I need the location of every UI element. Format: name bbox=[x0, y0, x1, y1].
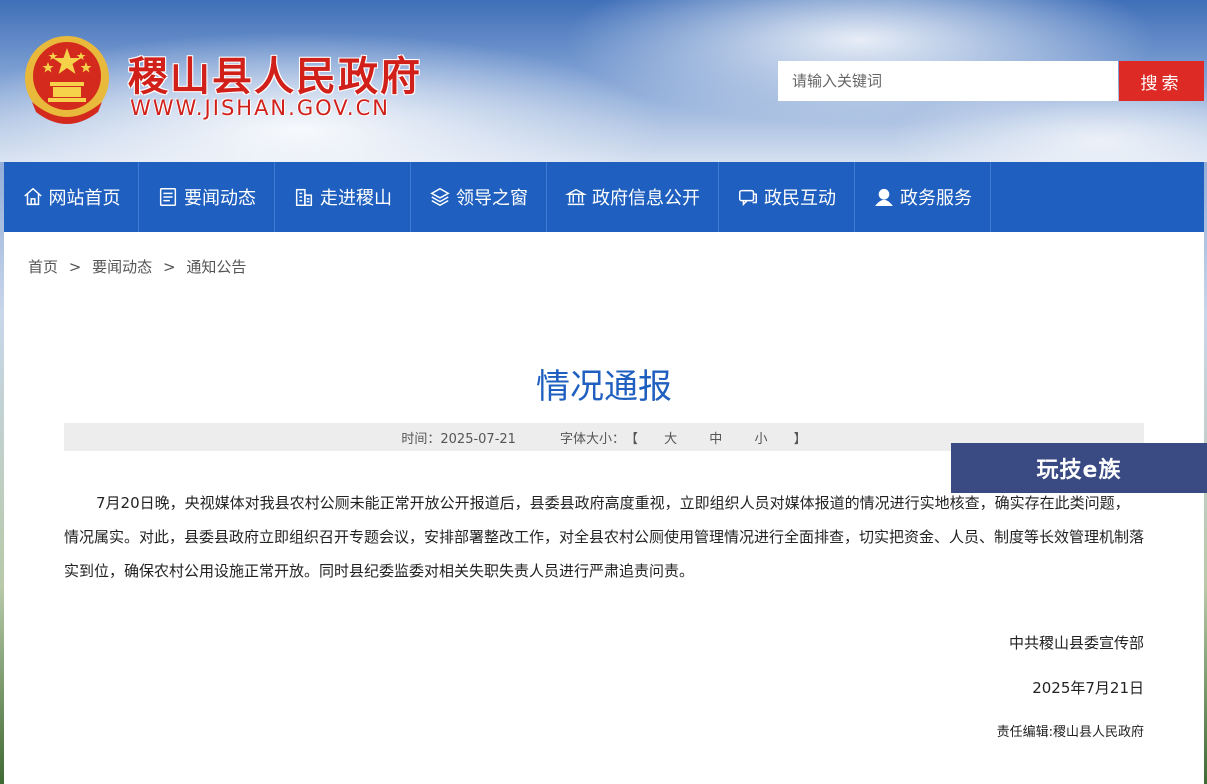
nav-item-interaction[interactable]: 政民互动 bbox=[719, 162, 855, 232]
article-body: 7月20日晚，央视媒体对我县农村公厕未能正常开放公开报道后，县委县政府高度重视，… bbox=[64, 494, 1145, 580]
bracket-open: 【 bbox=[624, 431, 638, 447]
user-service-icon bbox=[875, 188, 893, 206]
article-sign-date: 2025年7月21日 bbox=[1032, 679, 1144, 697]
page-title: 情况通报 bbox=[536, 367, 672, 407]
main-content: 首页 > 要闻动态 > 通知公告 情况通报 时间：2025-07-21 字体大小… bbox=[4, 232, 1204, 784]
site-header: 稷山县人民政府 WWW.JISHAN.GOV.CN 搜索 bbox=[0, 0, 1207, 162]
nav-item-home[interactable]: 网站首页 bbox=[4, 162, 139, 232]
site-url: WWW.JISHAN.GOV.CN bbox=[130, 96, 390, 120]
news-icon bbox=[159, 188, 177, 206]
nav-item-label: 政民互动 bbox=[764, 188, 836, 209]
font-size-label: 字体大小： bbox=[559, 431, 625, 447]
search-input[interactable] bbox=[778, 61, 1118, 101]
home-icon bbox=[23, 187, 42, 206]
breadcrumb-separator: > bbox=[162, 258, 176, 276]
main-nav: 网站首页 要闻动态 走进稷山 领导之窗 政府信息公开 政民互动 政务服务 bbox=[4, 162, 1204, 232]
article-editor: 责任编辑:稷山县人民政府 bbox=[996, 725, 1144, 740]
building-icon bbox=[295, 188, 313, 206]
nav-item-news[interactable]: 要闻动态 bbox=[139, 162, 275, 232]
breadcrumb-notices[interactable]: 通知公告 bbox=[186, 258, 246, 276]
bracket-close: 】 bbox=[793, 431, 807, 447]
watermark-banner: 玩技e族 bbox=[951, 443, 1207, 493]
nav-item-leaders[interactable]: 领导之窗 bbox=[411, 162, 547, 232]
chat-icon bbox=[739, 189, 757, 207]
breadcrumb-news[interactable]: 要闻动态 bbox=[92, 258, 152, 276]
font-size-large[interactable]: 大 bbox=[664, 432, 677, 447]
search-button[interactable]: 搜索 bbox=[1119, 61, 1204, 101]
nav-item-label: 要闻动态 bbox=[184, 188, 256, 209]
nav-item-label: 走进稷山 bbox=[320, 188, 392, 209]
national-emblem-icon bbox=[25, 36, 109, 124]
font-size-options: 【 大 中 小 】 bbox=[625, 428, 807, 447]
site-name: 稷山县人民政府 bbox=[128, 53, 422, 100]
nav-item-label: 政务服务 bbox=[900, 188, 972, 209]
font-size-small[interactable]: 小 bbox=[754, 432, 767, 447]
nav-item-label: 网站首页 bbox=[48, 188, 121, 209]
nav-item-info-disclosure[interactable]: 政府信息公开 bbox=[547, 162, 719, 232]
government-building-icon bbox=[565, 188, 587, 206]
publish-time: 时间：2025-07-21 bbox=[401, 431, 516, 447]
breadcrumb: 首页 > 要闻动态 > 通知公告 bbox=[28, 256, 246, 277]
nav-item-label: 政府信息公开 bbox=[592, 188, 700, 209]
breadcrumb-home[interactable]: 首页 bbox=[28, 258, 58, 276]
breadcrumb-separator: > bbox=[68, 258, 82, 276]
nav-item-about[interactable]: 走进稷山 bbox=[275, 162, 411, 232]
font-size-medium[interactable]: 中 bbox=[709, 432, 722, 447]
layers-icon bbox=[430, 187, 450, 207]
article-signer: 中共稷山县委宣传部 bbox=[1008, 634, 1144, 652]
nav-item-label: 领导之窗 bbox=[456, 188, 528, 209]
nav-item-services[interactable]: 政务服务 bbox=[855, 162, 991, 232]
